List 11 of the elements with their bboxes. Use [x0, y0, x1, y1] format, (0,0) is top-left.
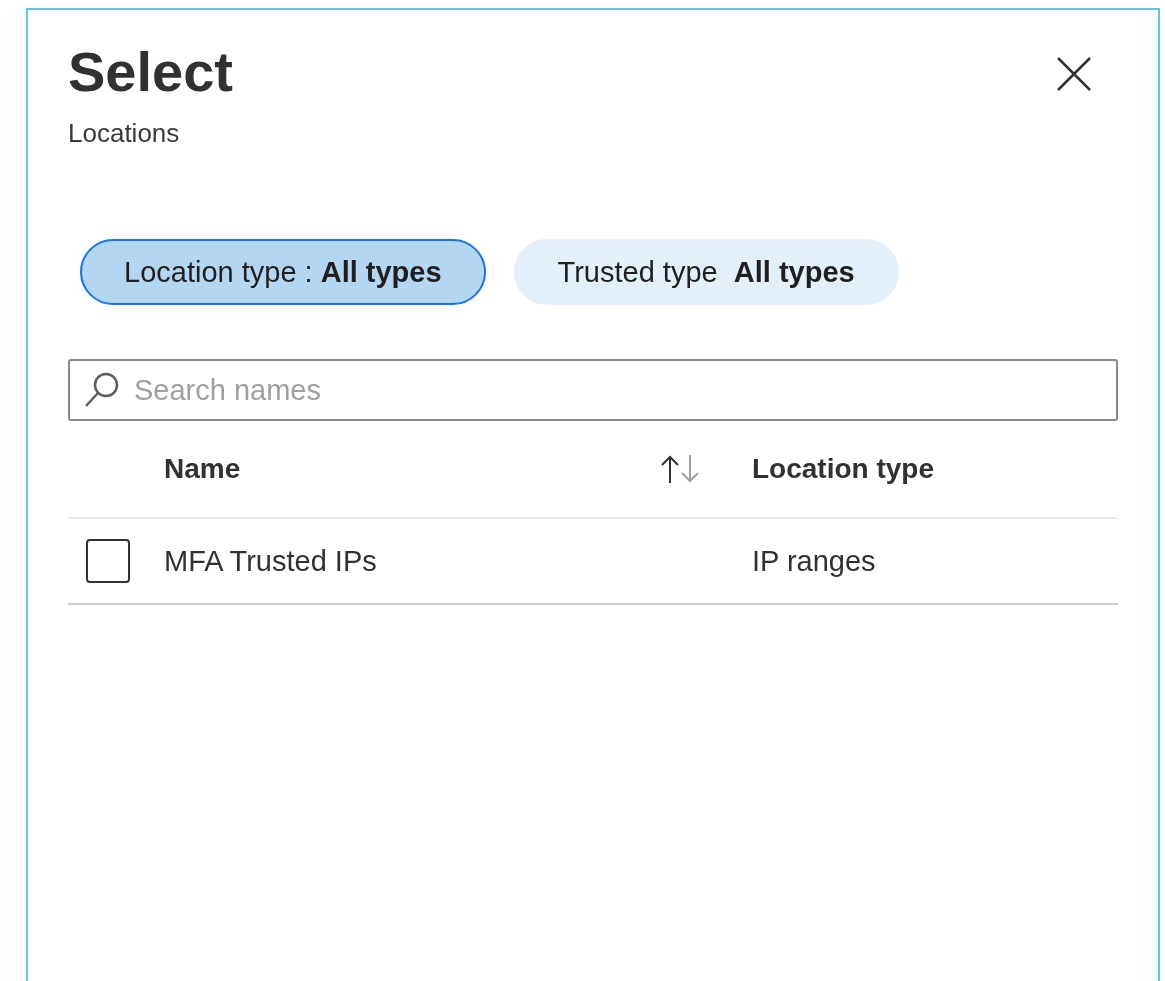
column-header[interactable]: Location type — [752, 453, 1118, 485]
table-cell-text: MFA Trusted IPs — [164, 544, 378, 578]
close-icon — [1056, 56, 1092, 92]
search-field[interactable]: Search names — [68, 359, 1118, 421]
row-checkbox[interactable] — [86, 539, 130, 583]
filter-pill[interactable]: Location type : All types — [80, 239, 486, 305]
panel-title: Select — [68, 40, 233, 104]
table-cell-text: IP ranges — [752, 544, 877, 578]
panel-subtitle: Locations — [68, 118, 181, 149]
filter-pill[interactable]: Trusted type All types — [513, 239, 899, 305]
column-header[interactable]: Name — [164, 453, 658, 485]
